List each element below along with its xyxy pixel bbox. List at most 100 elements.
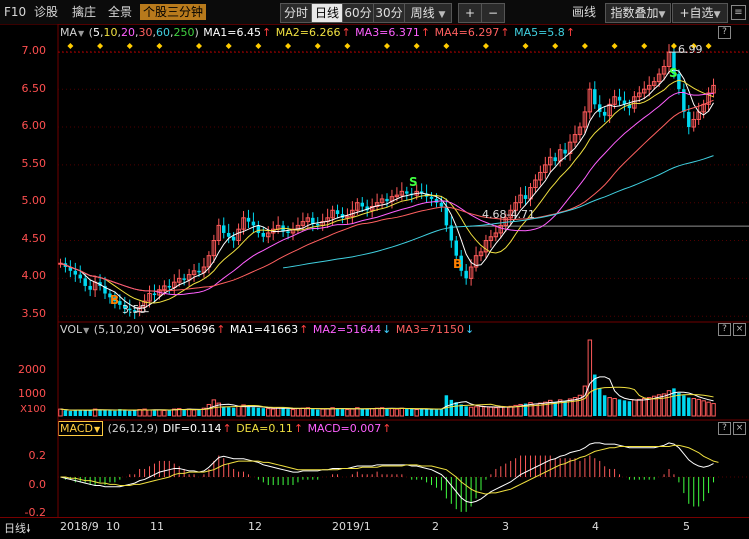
volume-bar xyxy=(152,409,157,416)
signal-diamond xyxy=(522,43,529,49)
quanjing-button[interactable]: 全景 xyxy=(108,4,132,20)
candle-body xyxy=(167,285,172,288)
candle-body xyxy=(687,111,691,128)
volume-bar xyxy=(320,408,325,417)
candle-body xyxy=(553,157,557,162)
volume-bar xyxy=(468,406,474,417)
candle-body xyxy=(182,278,186,280)
candle-body xyxy=(593,89,597,105)
volume-bar xyxy=(290,409,296,417)
draw-line-button[interactable]: 画线 xyxy=(572,4,596,20)
candle-body xyxy=(226,232,231,237)
volume-bar xyxy=(701,400,706,417)
period-tab-60fen[interactable]: 60分 xyxy=(342,3,374,23)
volume-bar xyxy=(498,406,504,417)
time-axis-label: 12 xyxy=(248,520,262,533)
volume-axis-label: 2000 xyxy=(18,363,46,376)
zoom-out-button[interactable]: − xyxy=(481,3,505,23)
time-axis-label: 2019/1 xyxy=(332,520,371,533)
volume-bar xyxy=(587,339,593,417)
volume-bar xyxy=(325,408,330,417)
volume-bar xyxy=(632,399,637,417)
candle-body xyxy=(523,195,528,199)
add-watchlist-label: +自选 xyxy=(679,6,714,20)
volume-bar xyxy=(642,397,647,417)
period-tab-zhouxian[interactable]: 周线 ▼ xyxy=(404,3,452,23)
volume-bar xyxy=(132,410,137,416)
zhubi-button[interactable]: 擒庄 xyxy=(72,4,96,20)
volume-bar xyxy=(429,409,434,416)
volume-bar xyxy=(503,406,508,417)
volume-bar xyxy=(696,398,701,417)
volume-axis-label: 1000 xyxy=(18,387,46,400)
candle-body xyxy=(246,217,251,222)
index-overlay-dropdown[interactable]: 指数叠加▼ xyxy=(605,3,671,23)
volume-bar xyxy=(473,406,479,417)
ma-line-10 xyxy=(60,79,714,304)
volume-bar xyxy=(231,407,236,416)
time-axis-label: 2 xyxy=(432,520,439,533)
volume-bar xyxy=(113,410,117,416)
chevron-down-icon: ▼ xyxy=(713,10,721,20)
volume-bar xyxy=(350,408,355,417)
signal-diamond xyxy=(641,43,648,49)
candle-body xyxy=(677,74,681,90)
volume-bar xyxy=(83,410,87,416)
toolbar: F10 诊股 擒庄 全景 个股三分钟 分时 日线 60分 30分 周线 ▼ + … xyxy=(0,0,749,25)
time-axis-label: 10 xyxy=(106,520,120,533)
volume-bar xyxy=(251,407,256,416)
volume-bar xyxy=(295,408,301,417)
period-tab-rixian[interactable]: 日线 xyxy=(311,3,343,23)
period-selector[interactable]: 日线🠗 xyxy=(4,520,31,539)
volume-bar xyxy=(275,407,281,417)
volume-bar xyxy=(598,388,602,416)
volume-bar xyxy=(316,409,320,416)
zoom-in-button[interactable]: + xyxy=(458,3,482,23)
price-axis-label: 4.50 xyxy=(21,232,47,245)
signal-diamond xyxy=(482,43,489,49)
candle-body xyxy=(251,221,256,226)
volume-bar xyxy=(454,402,458,416)
volume-ma-line xyxy=(60,376,714,411)
f10-button[interactable]: F10 xyxy=(4,4,26,20)
volume-bar xyxy=(369,408,375,417)
time-axis-label: 11 xyxy=(150,520,164,533)
volume-bar xyxy=(593,374,597,416)
high-price-label: 6.99 xyxy=(678,43,703,56)
volume-bar xyxy=(157,409,162,417)
macd-lines xyxy=(60,442,719,504)
time-axis-label: 3 xyxy=(502,520,509,533)
volume-bar xyxy=(300,407,306,417)
volume-bar xyxy=(389,408,395,417)
volume-bar xyxy=(405,408,409,416)
signal-diamond xyxy=(611,43,618,49)
price-axis-label: 4.00 xyxy=(21,269,47,282)
volume-bar xyxy=(602,395,607,416)
gegu-sanfenzhong-button[interactable]: 个股三分钟 xyxy=(140,4,207,20)
volume-bar xyxy=(335,408,340,416)
volume-bar xyxy=(627,401,632,416)
moving-average-lines xyxy=(60,69,714,310)
signal-diamond xyxy=(413,43,420,49)
period-tab-fenshi[interactable]: 分时 xyxy=(280,3,312,23)
volume-unit-label: X100 xyxy=(20,404,46,415)
volume-bar xyxy=(661,393,667,417)
candle-body xyxy=(335,210,340,215)
candle-body xyxy=(73,270,78,275)
add-watchlist-dropdown[interactable]: +自选▼ xyxy=(672,3,728,23)
volume-bar xyxy=(682,395,686,416)
signal-markers xyxy=(67,43,712,313)
volume-bar xyxy=(483,406,489,417)
candle-body xyxy=(563,149,567,154)
stock-chart[interactable] xyxy=(0,24,749,518)
period-tab-30fen[interactable]: 30分 xyxy=(373,3,405,23)
volume-bar xyxy=(424,408,429,416)
price-axis-label: 6.00 xyxy=(21,119,47,132)
signal-diamond xyxy=(670,43,677,49)
price-axis-label: 5.00 xyxy=(21,194,47,207)
settings-menu-icon[interactable]: ≡ xyxy=(731,5,746,20)
volume-bar xyxy=(345,409,350,417)
signal-diamond xyxy=(285,43,292,49)
zhengu-button[interactable]: 诊股 xyxy=(34,4,58,20)
signal-diamond xyxy=(225,43,232,49)
